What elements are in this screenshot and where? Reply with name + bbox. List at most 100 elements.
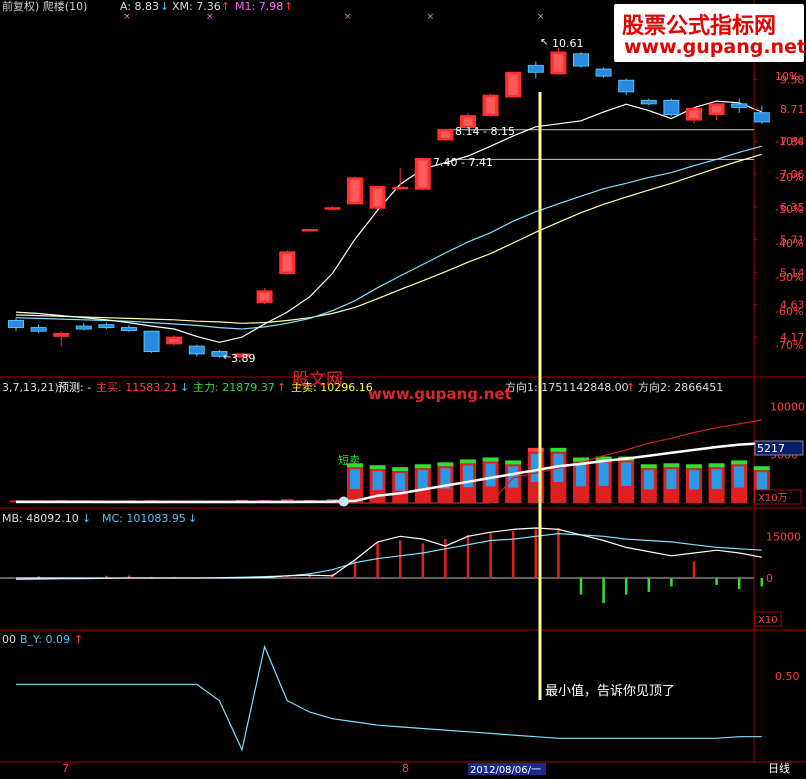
signal-marker: × (537, 12, 545, 22)
vol-dir1-arrow-icon: ↑ (626, 381, 635, 394)
mb-unit: X10 (758, 615, 778, 626)
by-label: B_Y: 0.09 (20, 633, 70, 646)
volume-bar-cap (731, 460, 748, 465)
period-label[interactable]: 日线 (768, 761, 790, 775)
vol-unit: X10万 (758, 493, 788, 504)
m1-up-arrow-icon: ↑ (284, 0, 293, 13)
xaxis-label-7: 7 (62, 762, 69, 775)
volume-bar-cap (686, 464, 702, 469)
volume-dot (338, 496, 349, 507)
candle-down (753, 112, 770, 123)
candle-up-shade (350, 179, 360, 202)
by-note: 最小值，告诉你见顶了 (545, 683, 675, 699)
volume-bar-inner (350, 469, 360, 489)
candle-up-shade (712, 105, 722, 113)
candle-up-shade (169, 339, 179, 342)
high-label: 10.61 (552, 37, 584, 50)
vol-main-arrow-icon: ↑ (277, 381, 286, 394)
candle-down (98, 324, 115, 329)
volume-bar-cap (437, 462, 454, 467)
volume-bar-inner (621, 462, 632, 486)
pct-tick-label: -70% (775, 339, 803, 352)
mc-down-arrow-icon: ↓ (188, 512, 197, 525)
logo-url: www.gupang.net (624, 36, 806, 58)
candle-up-shade (689, 110, 699, 119)
candle-down (75, 325, 92, 330)
xm-up-arrow-icon: ↑ (221, 0, 230, 13)
mb-down-arrow-icon: ↓ (82, 512, 91, 525)
volume-bar-inner (463, 465, 473, 488)
candle-down (527, 64, 544, 73)
mc-label: MC: 101083.95 (102, 512, 186, 525)
volume-bar-inner (711, 469, 722, 489)
volume-bar-inner (395, 473, 406, 491)
volume-bar-inner (598, 462, 609, 486)
mb-label: MB: 48092.10 (2, 512, 79, 525)
vol-forecast: 预测: - (58, 381, 91, 394)
range-label-1: 8.14 - 8.15 (455, 125, 515, 138)
pct-tick-label: -40% (775, 237, 803, 250)
high-arrow-icon: ↖ (540, 37, 548, 48)
chart-svg: 前复权) 爬楼(10) A: 8.83 ↓ XM: 7.36 ↑ M1: 7.9… (0, 0, 806, 776)
candle-up (324, 207, 341, 210)
pct-tick-label: -60% (775, 305, 803, 318)
volume-bar-inner (643, 470, 654, 490)
candle-down (640, 99, 657, 105)
candle-up-shade (282, 253, 292, 272)
candle-up (53, 332, 70, 337)
vol-params: 3,7,13,21) (2, 381, 59, 394)
a-down-arrow-icon: ↓ (160, 0, 169, 13)
range-label-2: 7.40 - 7.41 (433, 156, 493, 169)
m1-value: M1: 7.98 (235, 0, 283, 13)
volume-bar-inner (756, 472, 767, 491)
volume-bar-cap (482, 457, 499, 462)
candle-up (301, 229, 318, 232)
candle-down (30, 327, 47, 332)
vol-main: 主力: 21879.37 (193, 381, 275, 394)
vol-buy-arrow-icon: ↓ (180, 381, 189, 394)
overlay-watermark-cn: 股文网 (292, 370, 343, 390)
low-arrow-icon: ← (223, 352, 231, 363)
candle-up-shade (486, 97, 496, 114)
vol-buy: 主买: 11583.21 (96, 381, 178, 394)
low-label: 3.89 (231, 352, 256, 365)
volume-bar-cap (392, 467, 409, 472)
vol-value: 5217 (757, 442, 785, 455)
volume-bar-inner (666, 469, 677, 489)
volume-bar-inner (485, 463, 496, 487)
xaxis-date: 2012/08/06/一 (470, 765, 541, 775)
volume-bar-inner (576, 463, 586, 487)
volume-bar-cap (505, 460, 522, 465)
candle-up-shade (373, 188, 383, 207)
candle-down (731, 103, 748, 108)
pct-tick-label: 10% (775, 70, 799, 83)
vol-dir2: 方向2: 2866451 (638, 380, 723, 394)
candle-up-shade (418, 160, 428, 188)
by-tick-label: 0.50 (775, 670, 800, 683)
volume-bar-cap (640, 464, 657, 469)
volume-bar-inner (372, 471, 383, 490)
volume-bar-cap (663, 463, 680, 468)
vol-dir1: 方向1: 1751142848.00 (505, 380, 629, 394)
candle-up (392, 186, 409, 190)
candle-down (188, 345, 205, 355)
candle-up-shade (553, 54, 563, 72)
signal-marker: × (206, 12, 214, 22)
xaxis-label-8: 8 (402, 762, 409, 775)
volume-bar-inner (689, 470, 699, 490)
volume-bar-inner (734, 466, 745, 488)
by-prefix: 00 (2, 633, 16, 646)
mb-tick-label: 15000 (766, 530, 801, 543)
overlay-watermark-url: www.gupang.net (368, 385, 512, 403)
candle-down (573, 53, 589, 67)
signal-marker: × (123, 12, 131, 22)
volume-bar-cap (414, 464, 431, 469)
site-logo: 股票公式指标网 www.gupang.net (614, 4, 806, 62)
stock-chart[interactable]: 前复权) 爬楼(10) A: 8.83 ↓ XM: 7.36 ↑ M1: 7.9… (0, 0, 806, 776)
volume-bar-cap (753, 466, 770, 471)
candle-up-shade (260, 292, 270, 301)
candle-down (143, 330, 160, 353)
chart-title: 前复权) 爬楼(10) (2, 0, 87, 13)
short-sell-label: 短卖 (338, 453, 360, 467)
price-tick-label: 8.71 (780, 103, 805, 116)
